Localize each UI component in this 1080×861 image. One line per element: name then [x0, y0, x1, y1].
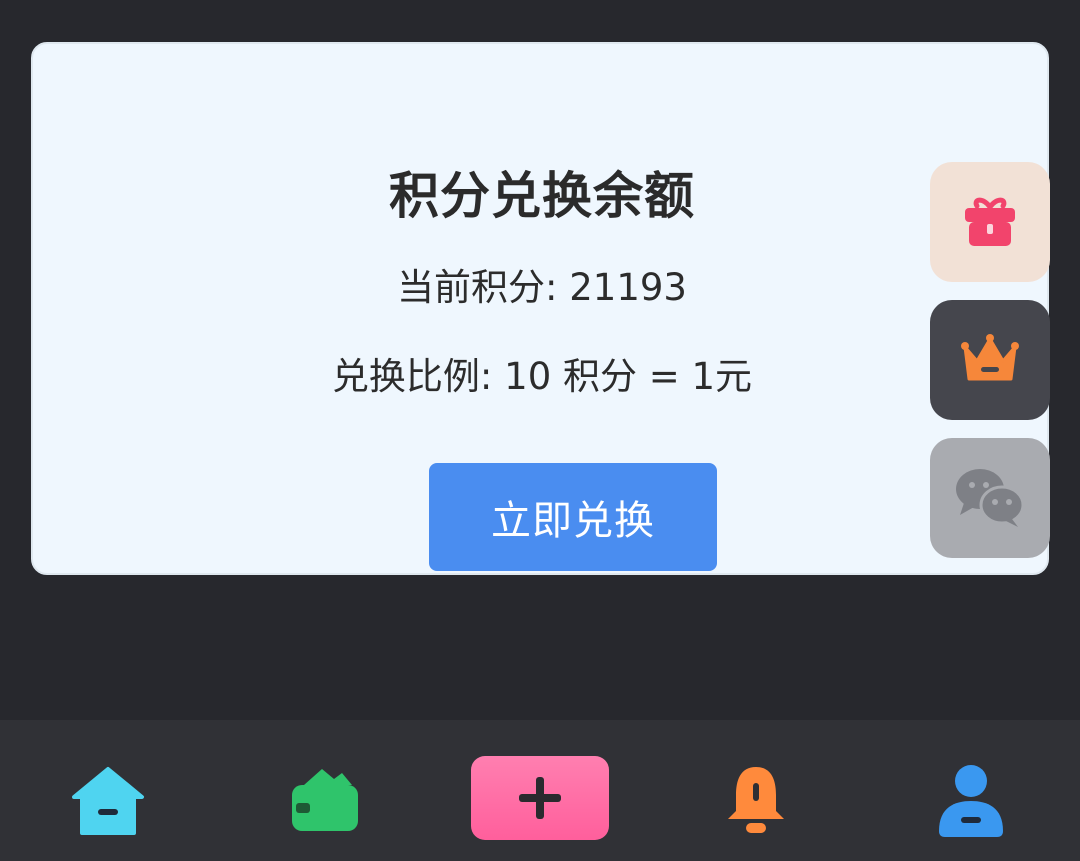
nav-home[interactable]	[63, 756, 153, 846]
nav-notifications[interactable]	[711, 756, 801, 846]
home-icon	[72, 767, 144, 835]
gift-icon	[965, 197, 1015, 246]
plus-icon	[519, 777, 561, 819]
card-title: 积分兑换余额	[389, 167, 695, 225]
gift-button[interactable]	[930, 162, 1050, 282]
exchange-card: 积分兑换余额 当前积分: 21193 兑换比例: 10 积分 = 1元 立即兑换	[31, 42, 1049, 575]
bottom-nav	[0, 720, 1080, 861]
nav-add-button[interactable]	[471, 756, 609, 840]
crown-icon	[961, 334, 1019, 381]
nav-wallet[interactable]	[279, 756, 369, 846]
user-icon	[939, 765, 1003, 837]
wechat-button[interactable]	[930, 438, 1050, 558]
wallet-icon	[292, 769, 358, 831]
exchange-ratio: 兑换比例: 10 积分 = 1元	[331, 355, 753, 398]
current-points: 当前积分: 21193	[397, 266, 687, 309]
wechat-icon	[956, 469, 1025, 527]
nav-profile[interactable]	[926, 756, 1016, 846]
crown-button[interactable]	[930, 300, 1050, 420]
bell-icon	[728, 767, 784, 833]
redeem-button[interactable]: 立即兑换	[429, 463, 717, 571]
